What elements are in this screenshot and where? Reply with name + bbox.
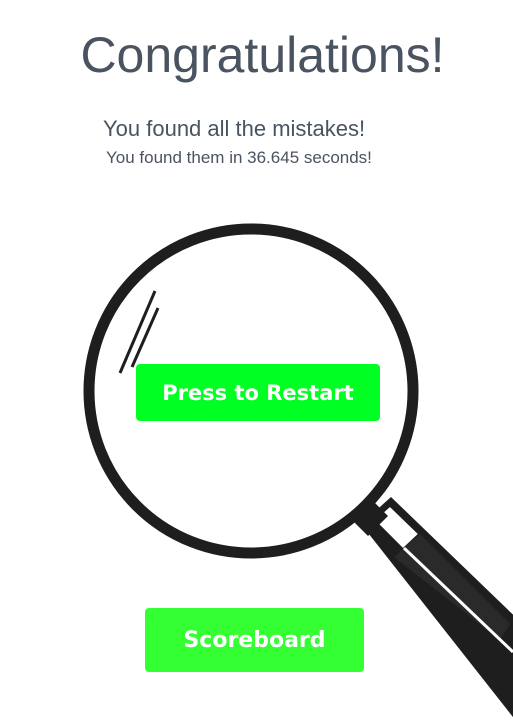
time-message: You found them in 36.645 seconds! — [106, 148, 372, 167]
scoreboard-button[interactable]: Scoreboard — [145, 608, 364, 672]
magnifier-handle — [352, 497, 513, 718]
congratulations-title: Congratulations! — [80, 27, 445, 83]
restart-button[interactable]: Press to Restart — [136, 364, 380, 421]
found-all-message: You found all the mistakes! — [103, 116, 366, 141]
